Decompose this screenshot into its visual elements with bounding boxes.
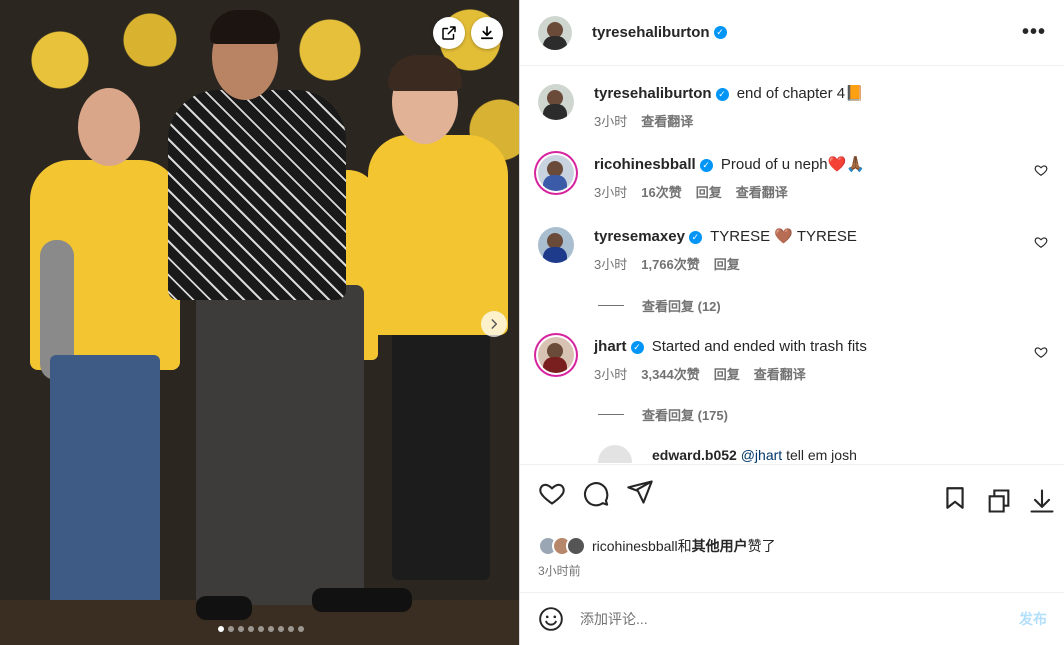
like-comment-heart-icon[interactable] xyxy=(1034,235,1048,249)
carousel-dot[interactable] xyxy=(248,626,254,632)
comment-time: 3小时 xyxy=(594,367,628,382)
verified-badge-icon: ✓ xyxy=(713,26,727,39)
reply-text: tell em josh xyxy=(786,447,857,463)
carousel-dot[interactable] xyxy=(278,626,284,632)
fan-left-head xyxy=(78,88,140,166)
download-icon xyxy=(480,26,494,40)
carousel-dot[interactable] xyxy=(218,626,224,632)
post-media[interactable] xyxy=(0,0,519,645)
commenter-avatar[interactable] xyxy=(538,155,574,191)
other-users-link[interactable]: 其他用户 xyxy=(692,536,748,556)
reply-button[interactable]: 回复 xyxy=(714,364,740,383)
comment-time: 3小时 xyxy=(594,185,628,200)
carousel-dot[interactable] xyxy=(238,626,244,632)
download-media-button[interactable] xyxy=(471,17,503,49)
author-username[interactable]: tyresehaliburton xyxy=(592,24,710,41)
comment-text: TYRESE 🤎 TYRESE xyxy=(710,228,857,245)
court-floor xyxy=(0,600,519,645)
player-shoe-left xyxy=(196,596,252,620)
comment-item: ricohinesbball ✓ Proud of u neph❤️🙏🏾 3小时 … xyxy=(538,155,1058,201)
carousel-dot[interactable] xyxy=(288,626,294,632)
collection-copy-icon[interactable] xyxy=(985,487,1013,515)
carousel-dot[interactable] xyxy=(298,626,304,632)
add-comment-bar: 发布 xyxy=(520,592,1064,645)
player-sweater xyxy=(168,90,346,300)
comment-likes[interactable]: 3,344次赞 xyxy=(641,364,700,383)
carousel-dot[interactable] xyxy=(228,626,234,632)
player-hair xyxy=(210,10,280,44)
comment-likes[interactable]: 1,766次赞 xyxy=(641,254,700,273)
carousel-dot[interactable] xyxy=(268,626,274,632)
post-actions-bar xyxy=(520,464,1064,524)
post-time: 3小时前 xyxy=(538,564,581,578)
reply-mention[interactable]: @jhart xyxy=(741,447,782,463)
comment-bubble-icon[interactable] xyxy=(582,479,610,507)
post-panel: tyresehaliburton ✓ ••• tyresehaliburton ✓… xyxy=(519,0,1064,645)
like-heart-icon[interactable] xyxy=(538,479,566,507)
commenter-avatar[interactable] xyxy=(538,337,574,373)
like-comment-heart-icon[interactable] xyxy=(1034,163,1048,177)
liker-username[interactable]: ricohinesbball xyxy=(592,538,678,554)
save-bookmark-icon[interactable] xyxy=(942,485,968,511)
fan-left-jeans xyxy=(50,355,160,605)
verified-badge-icon: ✓ xyxy=(688,230,702,244)
post-header: tyresehaliburton ✓ ••• xyxy=(520,0,1064,66)
caption-text: end of chapter 4📙 xyxy=(736,85,864,102)
likes-summary: ricohinesbball 和其他用户 赞了 xyxy=(538,536,776,556)
commenter-avatar[interactable] xyxy=(538,227,574,263)
liker-avatars xyxy=(538,536,586,556)
comment-input[interactable] xyxy=(580,611,1019,627)
comment-text: Started and ended with trash fits xyxy=(651,338,867,355)
carousel-dots xyxy=(218,626,304,632)
see-translation-link[interactable]: 查看翻译 xyxy=(754,364,806,383)
chevron-right-icon xyxy=(491,319,498,329)
fan-right xyxy=(368,135,508,335)
reply-username[interactable]: edward.b052 xyxy=(652,447,737,463)
author-avatar[interactable] xyxy=(538,15,572,50)
see-translation-link[interactable]: 查看翻译 xyxy=(641,111,693,130)
carousel-next-button[interactable] xyxy=(481,311,507,337)
verified-badge-icon: ✓ xyxy=(699,158,713,172)
comment-item: jhart ✓ Started and ended with trash fits… xyxy=(538,337,1058,383)
comment-likes[interactable]: 16次赞 xyxy=(641,182,681,201)
caption-username[interactable]: tyresehaliburton xyxy=(594,85,712,102)
likes-and-text: 和 xyxy=(677,538,692,554)
fan-right-hair xyxy=(388,55,462,91)
more-options-icon[interactable]: ••• xyxy=(1022,21,1046,44)
carousel-dot[interactable] xyxy=(258,626,264,632)
external-link-icon xyxy=(442,26,456,40)
like-comment-heart-icon[interactable] xyxy=(1034,345,1048,359)
author-avatar[interactable] xyxy=(538,84,574,120)
reply-item: edward.b052 @jhart tell em josh xyxy=(598,445,1058,463)
see-translation-link[interactable]: 查看翻译 xyxy=(736,182,788,201)
comments-list: tyresehaliburton ✓ end of chapter 4📙 3小时 … xyxy=(520,67,1064,463)
player-shoe-right xyxy=(312,588,412,612)
replier-avatar[interactable] xyxy=(598,445,632,463)
comment-time: 3小时 xyxy=(594,257,628,272)
view-replies-button[interactable]: 查看回复 (12) xyxy=(598,296,721,315)
player-pants xyxy=(196,285,364,605)
verified-badge-icon: ✓ xyxy=(715,87,729,101)
post-comment-button[interactable]: 发布 xyxy=(1019,609,1047,629)
comment-username[interactable]: jhart xyxy=(594,338,627,355)
share-send-icon[interactable] xyxy=(626,478,654,506)
comment-text: Proud of u neph❤️🙏🏾 xyxy=(720,156,865,173)
comment-username[interactable]: ricohinesbball xyxy=(594,156,696,173)
fan-right-pants xyxy=(392,320,490,580)
likes-suffix: 赞了 xyxy=(747,538,776,554)
verified-badge-icon: ✓ xyxy=(630,340,644,354)
reply-button[interactable]: 回复 xyxy=(714,254,740,273)
download-icon[interactable] xyxy=(1028,487,1056,515)
reply-button[interactable]: 回复 xyxy=(696,182,722,201)
caption: tyresehaliburton ✓ end of chapter 4📙 3小时 … xyxy=(538,84,1058,130)
caption-time: 3小时 xyxy=(594,114,628,129)
emoji-icon[interactable] xyxy=(538,606,564,632)
open-external-button[interactable] xyxy=(433,17,465,49)
view-replies-button[interactable]: 查看回复 (175) xyxy=(598,405,728,424)
comment-username[interactable]: tyresemaxey xyxy=(594,228,685,245)
comment-item: tyresemaxey ✓ TYRESE 🤎 TYRESE 3小时 1,766次赞… xyxy=(538,227,1058,273)
